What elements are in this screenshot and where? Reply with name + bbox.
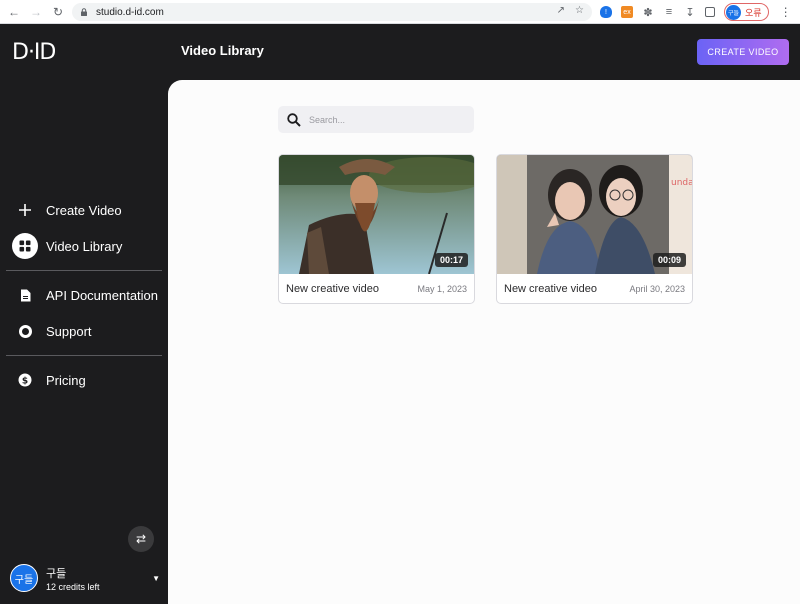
bookmark-star-icon[interactable]: ☆ [575,5,584,16]
video-card[interactable]: unday 00:09 New creative video April 30,… [496,154,693,304]
page-title: Video Library [181,43,264,58]
sidebar-divider [6,355,162,356]
document-icon [12,282,38,308]
avatar: 구들 [10,564,38,592]
puzzle-extensions-icon[interactable]: ✽ [642,6,654,19]
video-date: April 30, 2023 [629,284,685,294]
video-card[interactable]: 00:17 New creative video May 1, 2023 [278,154,475,304]
sidebar-divider [6,270,162,271]
sidebar-item-support[interactable]: Support [0,313,168,349]
sidebar-item-video-library[interactable]: Video Library [0,228,168,264]
video-duration-badge: 00:09 [652,253,686,267]
back-arrow-icon[interactable]: ← [6,4,22,20]
svg-text:$: $ [22,377,28,387]
forward-arrow-icon[interactable]: → [28,4,44,20]
lock-icon [81,8,87,16]
reload-icon[interactable]: ↻ [50,4,66,20]
sidebar-item-create-video[interactable]: Create Video [0,192,168,228]
download-icon[interactable]: ↧ [684,6,696,19]
side-panel-icon[interactable] [705,7,715,17]
svg-text:unday: unday [671,178,693,188]
video-title: New creative video [286,283,379,295]
sidebar-item-label: Create Video [46,202,122,218]
sidebar-item-label: Pricing [46,372,86,388]
sidebar: D·ID Create Video Video Library API Docu… [0,24,168,604]
shield-extension-icon[interactable]: ! [600,6,612,18]
search-input[interactable]: Search... [278,106,474,133]
user-account-menu[interactable]: 구들 구들 12 credits left ▼ [10,564,160,592]
grid-icon [12,233,38,259]
dollar-icon: $ [12,367,38,393]
sidebar-nav: Create Video Video Library API Documenta… [0,192,168,398]
sidebar-item-label: Support [46,323,92,339]
caret-down-icon[interactable]: ▼ [152,574,160,583]
more-menu-icon[interactable]: ⋮ [780,5,792,19]
top-header: Video Library CREATE VIDEO [168,24,800,80]
credits-left: 12 credits left [46,581,100,592]
video-title: New creative video [504,283,597,295]
did-logo[interactable]: D·ID [12,40,56,65]
profile-error-label: 오류 [745,7,762,18]
sidebar-item-label: API Documentation [46,287,159,303]
lifebuoy-icon [12,318,38,344]
video-date: May 1, 2023 [417,284,467,294]
search-placeholder: Search... [309,114,346,125]
sidebar-item-api-documentation[interactable]: API Documentation [0,277,168,313]
plus-icon [12,197,38,223]
address-bar[interactable]: studio.d-id.com ↗ ☆ [72,3,592,21]
sidebar-item-label: Video Library [46,238,123,254]
switch-icon-button[interactable]: ⇄ [128,526,154,552]
reading-list-icon[interactable]: ≡ [663,6,675,18]
ext-orange-icon[interactable]: ex [621,6,633,18]
user-name: 구들 [46,567,67,580]
main-content: Search... 00:17 New creative video May 1… [168,80,800,604]
search-icon [287,112,301,127]
sidebar-item-pricing[interactable]: $ Pricing [0,362,168,398]
profile-button[interactable]: 구들 오류 [724,3,769,21]
create-video-button[interactable]: CREATE VIDEO [697,39,789,65]
url-text: studio.d-id.com [96,6,164,18]
video-duration-badge: 00:17 [434,253,468,267]
share-icon[interactable]: ↗ [557,5,565,16]
profile-avatar: 구들 [726,4,741,20]
browser-toolbar: ← → ↻ studio.d-id.com ↗ ☆ ! ex ✽ ≡ ↧ 구들 … [0,0,800,24]
